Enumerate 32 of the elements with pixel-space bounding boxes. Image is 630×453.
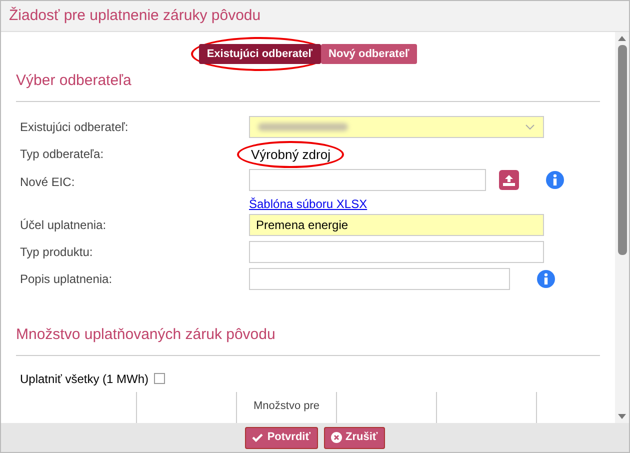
info-icon[interactable] [537,270,555,288]
field-label: Existujúci odberateľ: [20,118,130,136]
scroll-down-icon[interactable] [618,414,626,419]
upload-icon [503,174,515,186]
field-label: Účel uplatnenia: [20,217,108,234]
scroll-up-icon[interactable] [618,36,626,41]
column-header: Množstvo pre [253,398,320,414]
apply-all-label: Uplatniť všetky (1 MWh) [20,370,149,388]
section-title: Výber odberateľa [16,70,600,102]
text-input[interactable]: Premena energie [249,214,544,236]
close-icon [330,432,342,443]
info-icon[interactable] [546,171,564,189]
customer-select[interactable] [249,116,544,138]
field-label: Nové EIC: [20,174,76,191]
field-label: Typ produktu: [20,244,94,261]
check-icon [252,433,264,442]
template-link[interactable]: Šablóna súboru XLSX [249,197,368,211]
cancel-button[interactable]: Zrušiť [324,426,385,448]
eic-input[interactable] [249,169,486,191]
customer-tab[interactable]: Existujúci odberateľ [198,44,321,64]
window-title: Žiadosť pre uplatnenie záruky pôvodu [9,6,261,26]
confirm-button[interactable]: Potvrdiť [245,426,318,448]
text-input[interactable] [249,241,544,263]
customer-tab[interactable]: Nový odberateľ [320,44,418,64]
field-label: Typ odberateľa: [20,146,105,164]
upload-button[interactable] [499,170,519,190]
apply-all-checkbox[interactable] [154,373,165,384]
section-title: Množstvo uplatňovaných záruk pôvodu [16,324,600,356]
text-input[interactable] [249,268,510,290]
chevron-down-icon [525,124,535,130]
scroll-thumb[interactable] [618,45,626,255]
field-label: Popis uplatnenia: [20,271,114,288]
